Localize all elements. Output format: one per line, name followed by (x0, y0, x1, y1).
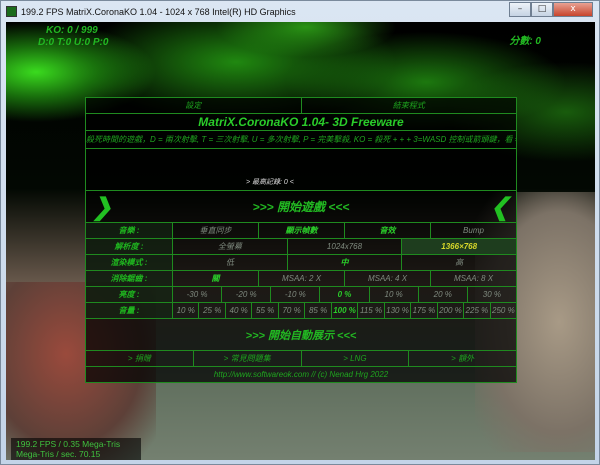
donate-link[interactable]: > 捐贈 (86, 351, 194, 366)
option-value[interactable]: 30 % (468, 287, 516, 302)
option-row: 音樂 : 垂直同步 顯示幀數 音效 Bump (86, 223, 516, 239)
option-value[interactable]: 1366×768 (402, 239, 517, 254)
extras-link[interactable]: > 額外 (409, 351, 516, 366)
auto-demo-button[interactable]: >>> 開始自動展示 <<< (86, 319, 516, 351)
option-label: 渲染模式 : (86, 255, 173, 270)
title-bar: 199.2 FPS MatriX.CoronaKO 1.04 - 1024 x … (1, 1, 599, 22)
language-link[interactable]: > LNG (302, 351, 410, 366)
option-value[interactable]: 115 % (358, 303, 385, 318)
ko-counter: KO: 0 / 999 (46, 25, 98, 36)
settings-button[interactable]: 設定 (86, 98, 302, 113)
option-row: 音量 :10 % 25 % 40 % 55 % 70 % 85 % 100 % 115 % 13… (86, 303, 516, 319)
option-label: 音樂 : (86, 223, 173, 238)
chevron-right-icon[interactable]: ❯ (92, 193, 112, 222)
minimize-button[interactable]: – (509, 2, 531, 17)
menu-title: MatriX.CoronaKO 1.04- 3D Freeware (86, 114, 516, 131)
option-value[interactable]: 25 % (199, 303, 226, 318)
option-row: 解析度 : 全螢幕 1024x768 1366×768 (86, 239, 517, 255)
faq-link[interactable]: > 常見問題集 (194, 351, 302, 366)
option-value[interactable]: 高 (402, 255, 516, 270)
app-icon (6, 6, 17, 17)
option-value[interactable]: 130 % (385, 303, 412, 318)
option-value[interactable]: Bump (431, 223, 516, 238)
top-buttons-row: 設定 結束程式 (86, 98, 516, 114)
option-value[interactable]: MSAA: 8 X (431, 271, 516, 286)
option-value[interactable]: 音效 (345, 223, 431, 238)
shot-counters: D:0 T:0 U:0 P:0 (38, 37, 109, 48)
option-value[interactable]: 10 % (370, 287, 419, 302)
option-value[interactable]: -30 % (173, 287, 223, 302)
score: 分數: 0 (509, 36, 541, 47)
option-value[interactable]: 關 (173, 271, 259, 286)
option-value[interactable]: 40 % (226, 303, 253, 318)
option-value[interactable]: 100 % (332, 303, 359, 318)
option-value[interactable]: 250 % (491, 303, 516, 318)
option-value[interactable]: 55 % (252, 303, 279, 318)
option-row: 消除鋸齒 : 關 MSAA: 2 X MSAA: 4 X MSAA: 8 X (86, 271, 516, 287)
chevron-left-icon[interactable]: ❮ (490, 193, 510, 222)
option-value[interactable]: 全螢幕 (173, 239, 288, 254)
exit-button[interactable]: 結束程式 (302, 98, 517, 113)
option-row: 渲染模式 :低中高 (86, 255, 516, 271)
option-value[interactable]: 175 % (411, 303, 438, 318)
option-value[interactable]: 85 % (305, 303, 332, 318)
option-label: 消除鋸齒 : (86, 271, 173, 286)
option-value[interactable]: -20 % (222, 287, 272, 302)
option-value[interactable]: MSAA: 4 X (345, 271, 431, 286)
maximize-button[interactable]: □ (531, 2, 553, 17)
close-button[interactable]: x (553, 2, 593, 17)
option-value[interactable]: -10 % (271, 287, 321, 302)
fps-line: 199.2 FPS / 0.35 Mega-Tris (16, 439, 121, 449)
scrolling-help-text: 殺死時間的遊戲，D = 兩次射擊, T = 三次射擊, U = 多次射擊, P … (86, 131, 516, 149)
tris-line: Mega-Tris / sec. 70.15 (16, 449, 101, 459)
option-value[interactable]: 0 % (320, 287, 370, 302)
performance-stats: 199.2 FPS / 0.35 Mega-Tris Mega-Tris / s… (11, 438, 141, 460)
start-game-label: >>> 開始遊戲 <<< (252, 200, 350, 214)
website-credit[interactable]: http://www.softwareok.com // (c) Nenad H… (86, 367, 516, 382)
option-value[interactable]: 20 % (419, 287, 468, 302)
option-value[interactable]: 225 % (464, 303, 491, 318)
main-menu: 設定 結束程式 MatriX.CoronaKO 1.04- 3D Freewar… (85, 97, 517, 383)
record-area: > 最高記錄: 0 < (86, 149, 516, 191)
option-label: 音量 : (86, 303, 173, 318)
option-row: 亮度 : -30 % -20 % -10 % 0 % 10 % 20 % 30 % (86, 287, 516, 303)
option-value[interactable]: 10 % (173, 303, 200, 318)
links-row: > 捐贈 > 常見問題集 > LNG > 額外 (86, 351, 516, 367)
game-scene: KO: 0 / 999 D:0 T:0 U:0 P:0 分數: 0 設定 結束程… (6, 22, 595, 460)
option-value[interactable]: 70 % (279, 303, 306, 318)
high-score-record: > 最高記錄: 0 < (246, 179, 294, 186)
option-value[interactable]: 低 (173, 255, 288, 270)
window-title: 199.2 FPS MatriX.CoronaKO 1.04 - 1024 x … (21, 6, 296, 17)
option-label: 解析度 : (86, 239, 173, 254)
start-game-button[interactable]: ❯ >>> 開始遊戲 <<< ❮ (86, 191, 516, 223)
option-value[interactable]: 1024x768 (288, 239, 403, 254)
option-value[interactable]: MSAA: 2 X (259, 271, 345, 286)
app-window: 199.2 FPS MatriX.CoronaKO 1.04 - 1024 x … (0, 0, 600, 465)
option-value[interactable]: 顯示幀數 (259, 223, 345, 238)
option-value[interactable]: 200 % (438, 303, 465, 318)
option-value[interactable]: 中 (288, 255, 403, 270)
option-value[interactable]: 垂直同步 (173, 223, 259, 238)
option-label: 亮度 : (86, 287, 173, 302)
